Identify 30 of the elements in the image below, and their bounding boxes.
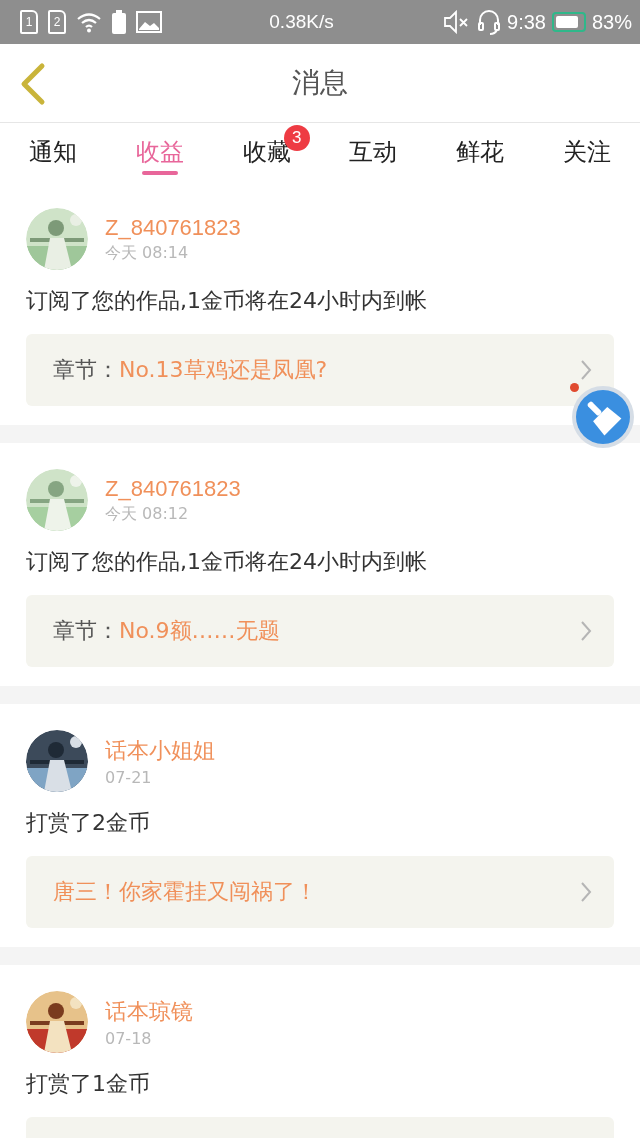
wifi-icon	[76, 11, 102, 33]
sim-icon: 1	[20, 10, 38, 34]
sim-icon: 2	[48, 10, 66, 34]
tab[interactable]: 通知	[25, 123, 82, 181]
chevron-icon	[580, 620, 592, 642]
tab[interactable]: 互动	[345, 123, 402, 181]
battery-icon	[112, 10, 126, 34]
tab[interactable]: 鲜花	[452, 123, 508, 181]
chapter-link[interactable]: 章节：No.9额……无题	[26, 595, 614, 667]
network-speed: 0.38K/s	[268, 11, 335, 33]
chevron-icon	[580, 359, 592, 381]
timestamp: 07-18	[105, 1028, 153, 1048]
message-text: 订阅了您的作品,1金币将在24小时内到帐	[26, 548, 428, 576]
chapter-link[interactable]: 章节：No.13草鸡还是凤凰?	[26, 334, 614, 406]
clock: 9:38	[507, 10, 546, 34]
chevron-icon	[580, 881, 592, 903]
timestamp: 07-21	[105, 767, 153, 787]
broom-icon[interactable]	[571, 385, 635, 449]
notification-dot	[570, 383, 579, 392]
timestamp: 今天 08:12	[105, 503, 190, 525]
image-icon	[136, 11, 162, 33]
battery-percent: 83%	[591, 10, 632, 34]
timestamp: 今天 08:14	[105, 242, 190, 264]
tab[interactable]: 关注	[558, 123, 615, 181]
message-text: 打赏了1金币	[26, 1070, 151, 1098]
message-text: 订阅了您的作品,1金币将在24小时内到帐	[26, 287, 428, 315]
battery-icon	[551, 12, 586, 32]
headset-icon	[477, 9, 502, 35]
message-text: 打赏了2金币	[26, 809, 151, 837]
page-title: 消息	[292, 65, 348, 101]
